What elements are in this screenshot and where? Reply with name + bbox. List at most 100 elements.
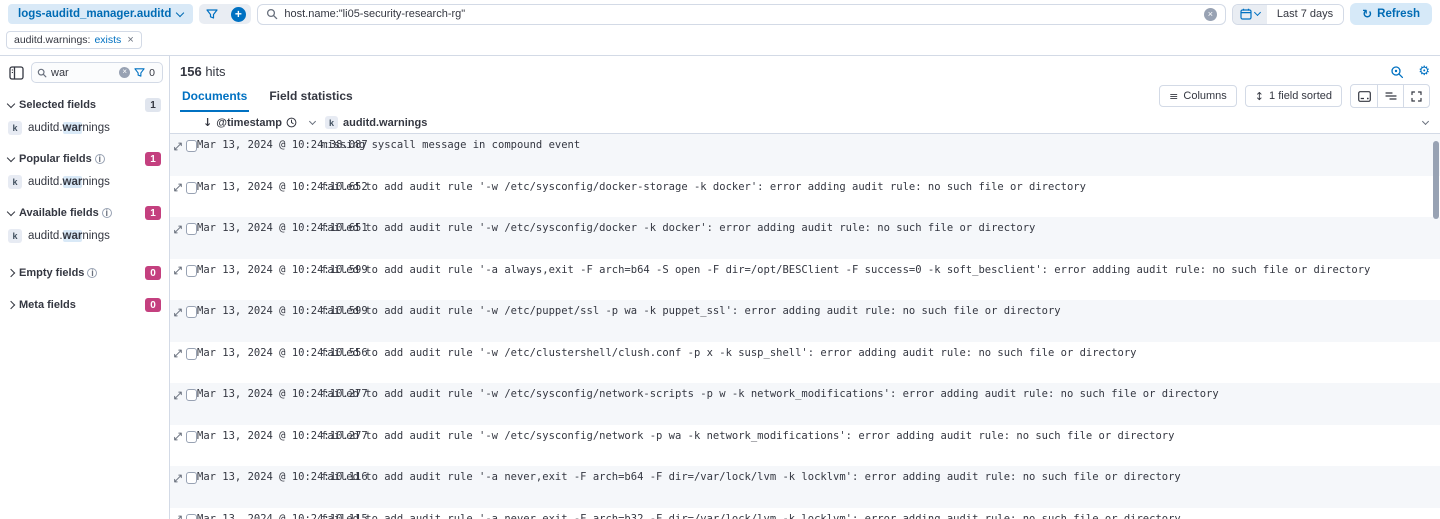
- table-row: Mar 13, 2024 @ 10:24:10.652 failed to ad…: [170, 176, 1440, 218]
- clear-query-icon[interactable]: ×: [1204, 8, 1217, 21]
- expand-document-icon[interactable]: [173, 307, 183, 318]
- row-message: failed to add audit rule '-w /etc/puppet…: [321, 305, 1440, 317]
- row-checkbox[interactable]: [186, 348, 197, 360]
- column-header-timestamp[interactable]: ↓ @timestamp: [197, 116, 321, 129]
- refresh-label: Refresh: [1377, 8, 1420, 20]
- row-message: failed to add audit rule '-a never,exit …: [321, 471, 1440, 483]
- column-menu-icon[interactable]: [1422, 117, 1429, 124]
- row-message: failed to add audit rule '-w /etc/syscon…: [321, 222, 1440, 234]
- expand-document-icon[interactable]: [173, 182, 183, 193]
- row-checkbox[interactable]: [186, 514, 197, 519]
- row-timestamp: Mar 13, 2024 @ 10:24:10.556: [197, 347, 321, 359]
- filter-funnel-button[interactable]: [199, 4, 225, 24]
- filter-value: exists: [94, 34, 121, 46]
- data-view-name: logs-auditd_manager.auditd: [18, 8, 171, 20]
- expand-document-icon[interactable]: [173, 141, 183, 152]
- fullscreen-icon: [1411, 91, 1422, 102]
- field-item-auditd-warnings[interactable]: k auditd.warnings: [6, 171, 163, 201]
- keyword-token-icon: k: [325, 116, 338, 129]
- expand-document-icon[interactable]: [173, 224, 183, 235]
- inspect-icon[interactable]: [1390, 65, 1404, 79]
- expand-document-icon[interactable]: [173, 390, 183, 401]
- row-message: failed to add audit rule '-w /etc/syscon…: [321, 388, 1440, 400]
- row-checkbox[interactable]: [186, 182, 197, 194]
- section-count-badge: 1: [145, 206, 161, 220]
- gear-icon[interactable]: ⚙: [1418, 64, 1430, 79]
- search-icon: [266, 8, 278, 20]
- fullscreen-button[interactable]: [1403, 85, 1429, 107]
- search-icon: [37, 68, 47, 78]
- expand-document-icon[interactable]: [173, 265, 183, 276]
- expand-document-icon[interactable]: [173, 431, 183, 442]
- tab-documents[interactable]: Documents: [180, 83, 249, 112]
- sort-fields-button[interactable]: ↕ 1 field sorted: [1245, 85, 1342, 107]
- vertical-scrollbar[interactable]: [1433, 141, 1439, 219]
- field-search-value: war: [51, 67, 115, 79]
- columns-button[interactable]: ≡ Columns: [1159, 85, 1237, 107]
- time-range-control: Last 7 days: [1232, 4, 1344, 25]
- refresh-button[interactable]: ↻ Refresh: [1350, 3, 1432, 25]
- display-options-button[interactable]: [1351, 85, 1377, 107]
- data-view-selector[interactable]: logs-auditd_manager.auditd: [8, 4, 193, 24]
- row-timestamp: Mar 13, 2024 @ 10:24:10.599: [197, 264, 321, 276]
- row-checkbox[interactable]: [186, 306, 197, 318]
- query-text: host.name:"li05-security-research-rg": [284, 8, 1197, 20]
- chevron-down-icon: [7, 207, 15, 215]
- expand-document-icon[interactable]: [173, 514, 183, 519]
- section-empty-fields[interactable]: Empty fields i 0: [6, 261, 163, 285]
- add-filter-button[interactable]: +: [225, 4, 251, 24]
- field-search-input[interactable]: war × 0: [31, 62, 163, 83]
- row-timestamp: Mar 13, 2024 @ 10:24:38.087: [197, 139, 321, 151]
- section-count-badge: 0: [145, 298, 161, 312]
- expand-document-icon[interactable]: [173, 473, 183, 484]
- info-icon: i: [87, 268, 97, 278]
- row-message: failed to add audit rule '-w /etc/cluste…: [321, 347, 1440, 359]
- field-type-filter-icon[interactable]: [134, 67, 145, 78]
- chevron-down-icon: [7, 153, 15, 161]
- clear-field-search-icon[interactable]: ×: [119, 67, 130, 78]
- row-checkbox[interactable]: [186, 472, 197, 484]
- sidebar-panel-icon: [9, 66, 24, 80]
- expand-document-icon[interactable]: [173, 348, 183, 359]
- collapse-sidebar-button[interactable]: [6, 63, 26, 83]
- table-row: Mar 13, 2024 @ 10:24:10.116 failed to ad…: [170, 466, 1440, 508]
- row-checkbox[interactable]: [186, 140, 197, 152]
- section-popular-fields[interactable]: Popular fields i 1: [6, 147, 163, 171]
- filter-pill-auditd-warnings-exists[interactable]: auditd.warnings: exists ×: [6, 31, 142, 49]
- tab-field-statistics[interactable]: Field statistics: [267, 83, 354, 112]
- query-top-bar: logs-auditd_manager.auditd + host.name:"…: [0, 0, 1440, 28]
- field-item-auditd-warnings[interactable]: k auditd.warnings: [6, 117, 163, 147]
- time-range-value[interactable]: Last 7 days: [1267, 5, 1343, 24]
- date-picker-button[interactable]: [1233, 5, 1267, 24]
- filter-controls: +: [199, 4, 251, 24]
- row-checkbox[interactable]: [186, 389, 197, 401]
- column-menu-icon[interactable]: [309, 117, 316, 124]
- chevron-down-icon: [1254, 9, 1261, 16]
- view-tabs: Documents Field statistics: [180, 83, 1159, 112]
- remove-filter-icon[interactable]: ×: [127, 34, 133, 46]
- fields-sidebar: war × 0 Selected fields 1 k auditd.warni…: [0, 56, 170, 519]
- table-row: Mar 13, 2024 @ 10:24:10.277 failed to ad…: [170, 425, 1440, 467]
- row-timestamp: Mar 13, 2024 @ 10:24:10.652: [197, 181, 321, 193]
- section-selected-fields[interactable]: Selected fields 1: [6, 93, 163, 117]
- row-checkbox[interactable]: [186, 265, 197, 277]
- row-checkbox[interactable]: [186, 431, 197, 443]
- section-meta-fields[interactable]: Meta fields 0: [6, 293, 163, 317]
- column-header-auditd-warnings[interactable]: k auditd.warnings: [321, 116, 1440, 129]
- row-timestamp: Mar 13, 2024 @ 10:24:10.277: [197, 430, 321, 442]
- query-input[interactable]: host.name:"li05-security-research-rg" ×: [257, 4, 1225, 25]
- row-checkbox[interactable]: [186, 223, 197, 235]
- row-message: missing syscall message in compound even…: [321, 139, 1440, 151]
- chevron-down-icon: [7, 99, 15, 107]
- section-count-badge: 1: [145, 98, 161, 112]
- table-row: Mar 13, 2024 @ 10:24:38.087 missing sysc…: [170, 134, 1440, 176]
- table-row: Mar 13, 2024 @ 10:24:10.277 failed to ad…: [170, 383, 1440, 425]
- field-name: auditd.warnings: [28, 230, 110, 242]
- section-available-fields[interactable]: Available fields i 1: [6, 201, 163, 225]
- sort-descending-icon: ↓: [203, 116, 212, 129]
- row-height-button[interactable]: [1377, 85, 1403, 107]
- table-row: Mar 13, 2024 @ 10:24:10.599 failed to ad…: [170, 259, 1440, 301]
- section-count-badge: 1: [145, 152, 161, 166]
- clock-icon: [286, 117, 297, 128]
- field-item-auditd-warnings[interactable]: k auditd.warnings: [6, 225, 163, 255]
